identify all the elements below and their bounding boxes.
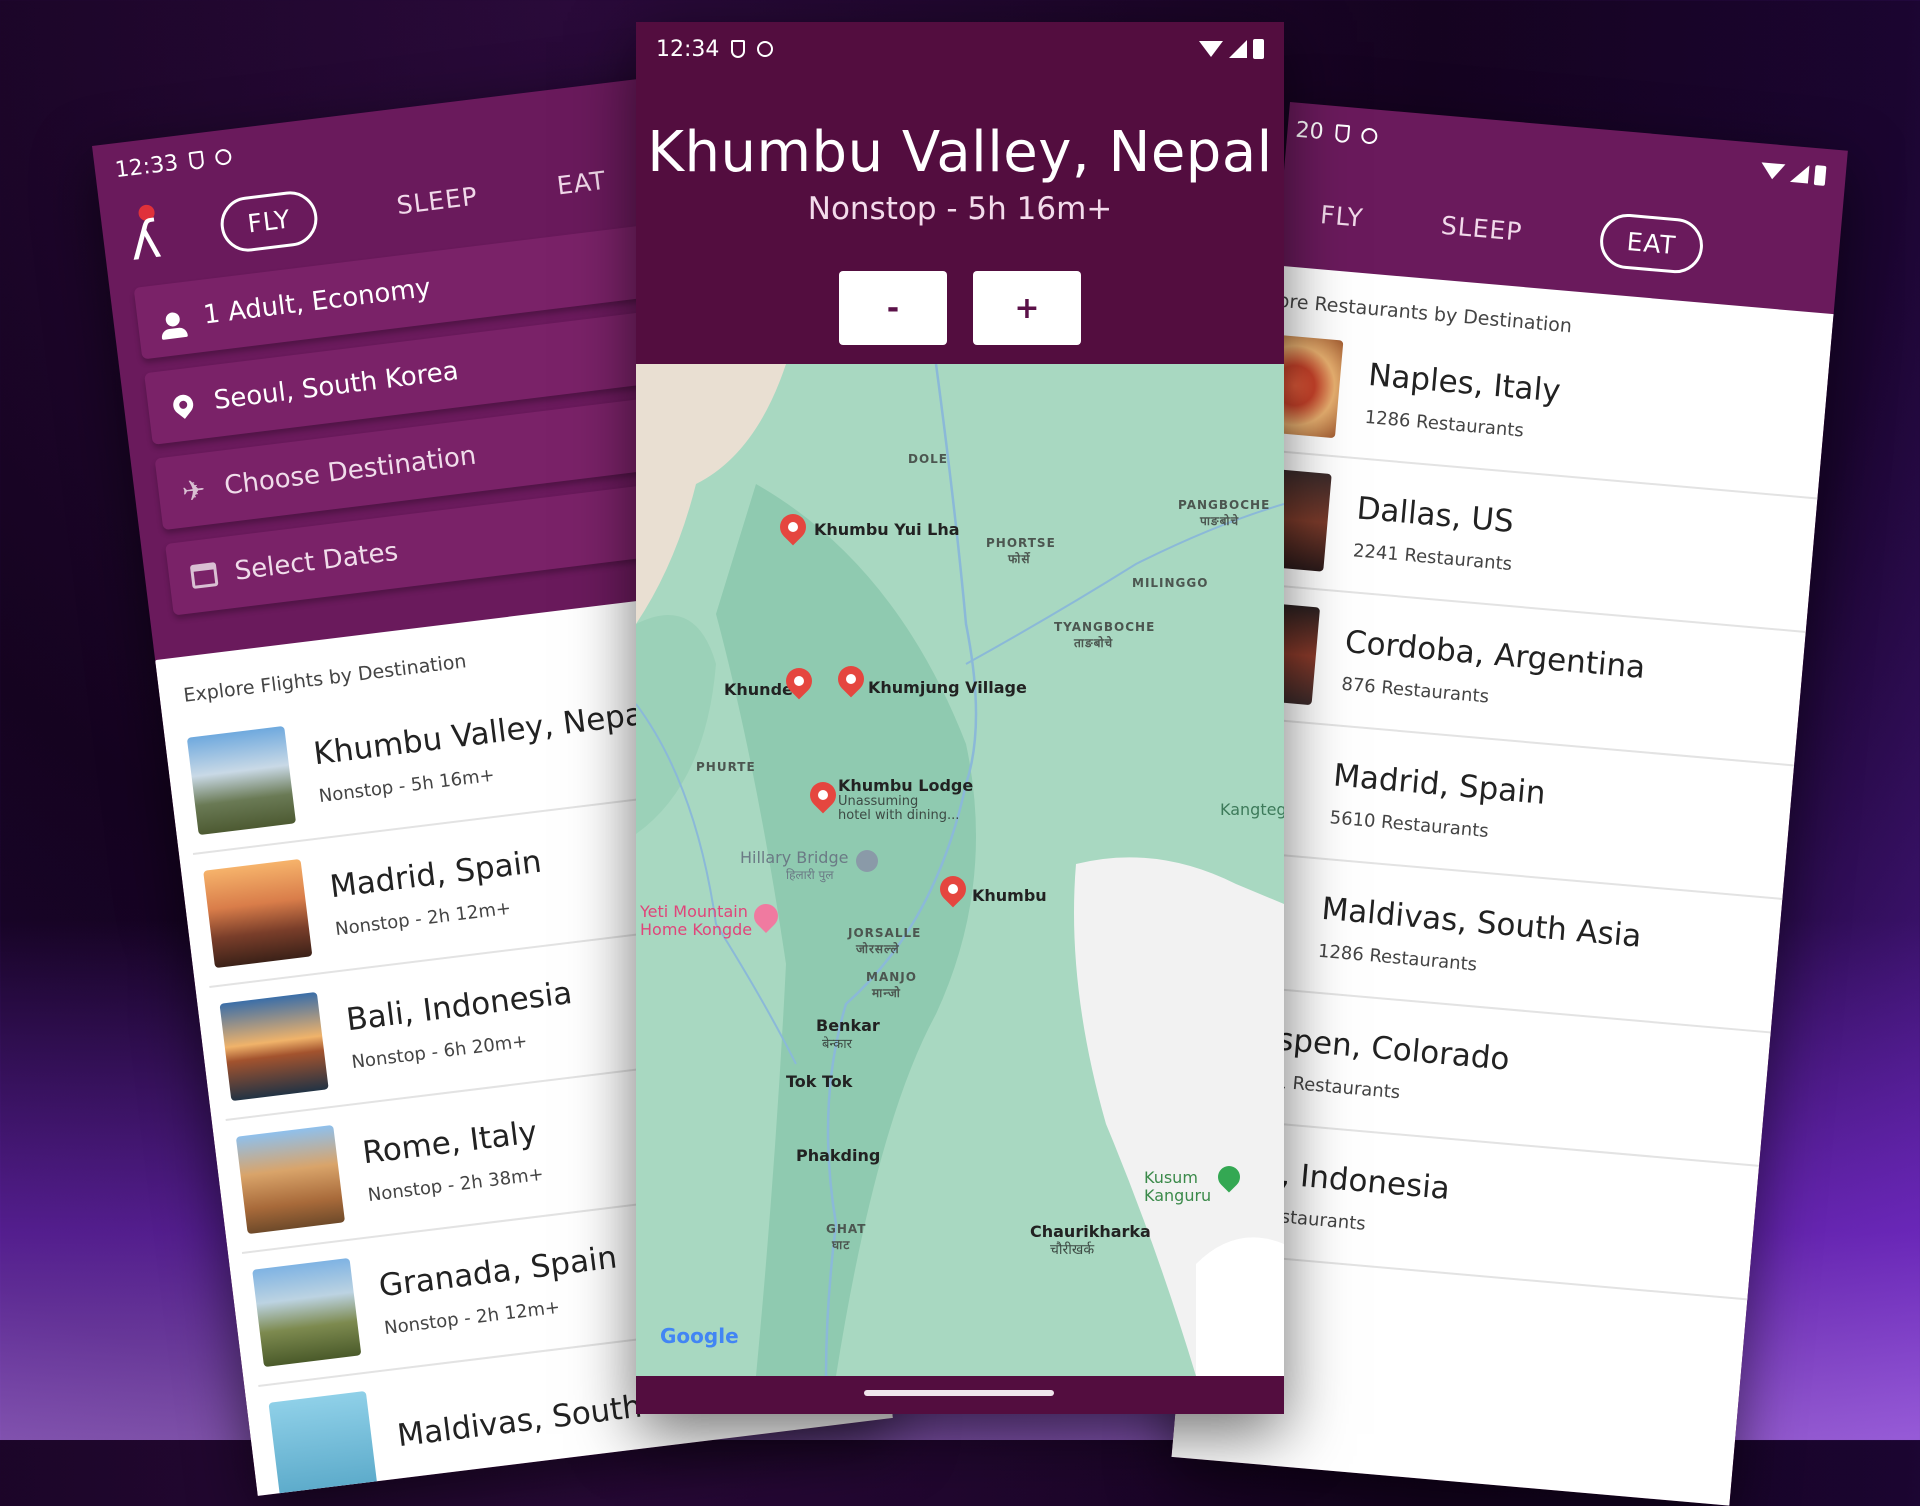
tab-fly[interactable]: FLY [1319, 200, 1365, 233]
destination-thumbnail [252, 1257, 362, 1368]
status-time: 12:34 [656, 36, 720, 62]
map-label: Kanguru [1144, 1186, 1212, 1205]
map-label: DOLE [908, 452, 949, 466]
flight-info: Nonstop - 2h 38m+ [366, 1163, 545, 1206]
calendar-icon [189, 562, 219, 590]
shield-icon [1334, 124, 1351, 144]
restaurant-destination: Aspen, Colorado [1254, 1019, 1512, 1078]
map-label: Khumjung Village [868, 678, 1027, 697]
bridge-icon[interactable] [856, 850, 878, 872]
center-phone-map-screen: 12:34 Khumbu Valley, Nepal Nonstop - 5h … [636, 22, 1284, 1414]
flight-subtitle: Nonstop - 5h 16m+ [807, 191, 1113, 227]
map-label: चौरीखर्क [1050, 1242, 1095, 1258]
destination-thumbnail [203, 858, 313, 969]
shield-icon [731, 40, 746, 58]
map-label: मान्जो [872, 986, 901, 1000]
map-label: PHORTSE [986, 536, 1056, 550]
map-label: पाङबोचे [1200, 514, 1240, 528]
restaurant-destination: Madrid, Spain [1331, 756, 1548, 812]
restaurant-count: 5610 Restaurants [1328, 806, 1490, 842]
map-label: घाट [832, 1238, 851, 1252]
destination-thumbnail [235, 1124, 346, 1235]
map-label: Khumbu Lodge [838, 776, 974, 795]
restaurant-destination: Naples, Italy [1366, 356, 1563, 410]
battery-icon [1253, 39, 1264, 59]
battery-icon [1813, 165, 1827, 186]
map-label: MILINGGO [1132, 576, 1209, 590]
person-icon [164, 311, 181, 328]
status-time: 20 [1294, 117, 1325, 145]
tab-eat[interactable]: EAT [555, 165, 607, 200]
map-label: Chaurikharka [1030, 1222, 1151, 1241]
map-label: MANJO [866, 970, 917, 984]
map-view[interactable]: DOLE Khumbu Yui Lha PHORTSE फोर्से PANGB… [636, 364, 1284, 1376]
destination-thumbnail [219, 991, 329, 1102]
flight-destination: Madrid, Spain [327, 843, 544, 905]
restaurant-count: 241 Restaurants [1251, 1069, 1402, 1103]
map-label: Phakding [796, 1146, 881, 1165]
shield-icon [188, 150, 205, 171]
destination-title: Khumbu Valley, Nepal [647, 120, 1273, 185]
status-time: 12:33 [113, 150, 180, 183]
restaurant-count: 2241 Restaurants [1352, 539, 1513, 575]
map-label: जोरसल्ले [856, 942, 900, 956]
passengers-value: 1 Adult, Economy [201, 272, 433, 331]
zoom-in-button[interactable]: + [973, 271, 1081, 345]
map-label: Kusum [1144, 1168, 1198, 1187]
app-logo-icon[interactable]: ʎ [117, 197, 185, 274]
map-label: ताङबोचे [1074, 636, 1114, 650]
map-label: Khunde [724, 680, 793, 699]
navigation-bar [636, 1376, 1284, 1414]
map-label: TYANGBOCHE [1054, 620, 1156, 634]
tab-sleep[interactable]: SLEEP [1440, 210, 1524, 246]
location-pin-icon [169, 390, 198, 419]
tab-eat[interactable]: EAT [1597, 211, 1706, 275]
status-bar: 12:34 [636, 22, 1284, 76]
signal-icon [1789, 163, 1810, 184]
map-label: PANGBOCHE [1178, 498, 1271, 512]
map-label: PHURTE [696, 760, 756, 774]
destination-thumbnail [268, 1390, 378, 1496]
restaurant-count: 1286 Restaurants [1363, 406, 1525, 442]
airplane-icon: ✈ [180, 472, 208, 508]
origin-value: Seoul, South Korea [212, 356, 461, 416]
map-label: Tok Tok [786, 1072, 853, 1091]
map-label: Khumbu [972, 886, 1047, 905]
map-label: hotel with dining... [838, 808, 960, 823]
map-label: बेन्कार [822, 1037, 852, 1052]
zoom-out-button[interactable]: - [839, 271, 947, 345]
flight-destination: Rome, Italy [360, 1113, 539, 1171]
wifi-icon [1760, 162, 1786, 181]
map-label: Home Kongde [640, 920, 753, 939]
map-terrain [636, 364, 1284, 1376]
signal-icon [1229, 40, 1247, 58]
map-label: फोर्से [1008, 552, 1031, 566]
dates-placeholder: Select Dates [233, 536, 400, 587]
map-label: Hillary Bridge [740, 848, 849, 867]
destination-placeholder: Choose Destination [222, 440, 478, 502]
map-label: JORSALLE [848, 926, 922, 940]
map-label: Khumbu Yui Lha [814, 520, 960, 539]
google-attribution: Google [660, 1324, 739, 1348]
map-label: Benkar [816, 1016, 880, 1035]
map-label: Unassuming [838, 794, 919, 809]
map-label: हिलारी पुल [786, 868, 834, 882]
tab-fly[interactable]: FLY [217, 187, 321, 255]
map-label: Yeti Mountain [640, 902, 748, 921]
map-label: GHAT [826, 1222, 867, 1236]
restaurant-destination: Dallas, US [1355, 489, 1516, 540]
map-label: Kangteg [1220, 800, 1284, 819]
sync-icon [214, 148, 233, 166]
restaurant-destination: Cordoba, Argentina [1343, 623, 1647, 686]
tab-sleep[interactable]: SLEEP [395, 181, 479, 220]
zoom-controls: - + [636, 271, 1284, 345]
sync-icon [1360, 127, 1379, 145]
destination-thumbnail [186, 725, 297, 836]
sync-icon [757, 41, 774, 57]
wifi-icon [1199, 41, 1223, 57]
flight-destination: Maldivas, South [395, 1388, 644, 1455]
home-gesture-handle[interactable] [864, 1390, 1054, 1396]
